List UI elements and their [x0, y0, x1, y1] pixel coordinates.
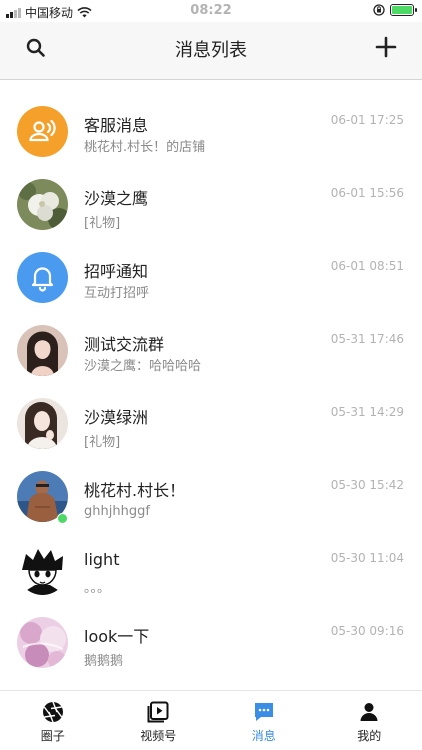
chat-name: light [84, 550, 120, 569]
status-bar: 中国移动 08:22 [0, 0, 422, 22]
chat-name: 沙漠绿洲 [84, 408, 149, 427]
message-item-village-head[interactable]: 桃花村.村长！ 05-30 15:42 ghhjhhggf [0, 459, 422, 532]
chat-preview: 沙漠之鹰：哈哈哈哈 [84, 359, 202, 374]
chat-name: 招呼通知 [84, 262, 149, 281]
tab-circle[interactable]: 圈子 [0, 691, 106, 750]
tab-label: 圈子 [40, 729, 65, 743]
avatar [17, 252, 68, 303]
message-item-test-group[interactable]: 测试交流群 05-31 17:46 沙漠之鹰：哈哈哈哈 [0, 313, 422, 386]
chat-name: look一下 [84, 627, 150, 646]
chat-name: 客服消息 [84, 116, 149, 135]
chat-time: 05-30 09:16 [330, 624, 404, 638]
tab-messages[interactable]: 消息 [211, 691, 317, 750]
plus-icon[interactable] [374, 35, 398, 59]
chat-time: 05-30 11:04 [330, 551, 404, 565]
chat-name: 沙漠之鹰 [84, 189, 149, 208]
message-item-light[interactable]: light 05-30 11:04 。。。 [0, 532, 422, 605]
online-status-dot [57, 513, 68, 524]
chat-time: 06-01 15:56 [330, 186, 404, 200]
avatar [17, 325, 68, 376]
nav-bar: 消息列表 [0, 22, 422, 80]
chat-time: 06-01 17:25 [330, 113, 404, 127]
avatar [17, 179, 68, 230]
chat-name: 测试交流群 [84, 335, 165, 354]
rotation-lock-icon [373, 4, 385, 16]
avatar [17, 398, 68, 449]
aperture-icon [42, 701, 63, 723]
message-item-look[interactable]: look一下 05-30 09:16 鹅鹅鹅 [0, 605, 422, 678]
person-icon [360, 703, 378, 721]
tab-label: 消息 [251, 729, 276, 743]
chat-icon [254, 703, 273, 721]
tab-label: 视频号 [140, 729, 177, 743]
avatar [17, 544, 68, 595]
message-item-desert-oasis[interactable]: 沙漠绿洲 05-31 14:29 [礼物] [0, 386, 422, 459]
chat-preview: ghhjhhggf [84, 504, 150, 519]
chat-time: 05-30 15:42 [330, 478, 404, 492]
tab-me[interactable]: 我的 [317, 691, 422, 750]
avatar [17, 106, 68, 157]
tab-label: 我的 [357, 729, 382, 743]
status-time: 08:22 [190, 3, 232, 18]
tab-bar: 圈子 视频号 消息 我的 [0, 690, 422, 750]
chat-preview: 。。。 [84, 581, 111, 596]
message-list: 客服消息 06-01 17:25 桃花村.村长！的店铺 沙漠之鹰 06-01 1… [0, 94, 422, 678]
chat-preview: [礼物] [84, 216, 121, 231]
chat-preview: 桃花村.村长！的店铺 [84, 140, 206, 155]
status-right [373, 4, 417, 16]
chat-name: 桃花村.村长！ [84, 481, 186, 500]
chat-time: 06-01 08:51 [330, 259, 404, 273]
chat-preview: 鹅鹅鹅 [84, 654, 124, 669]
message-item-greeting-notice[interactable]: 招呼通知 06-01 08:51 互动打招呼 [0, 240, 422, 313]
chat-preview: [礼物] [84, 435, 121, 450]
video-icon [147, 701, 169, 723]
chat-time: 05-31 17:46 [330, 332, 404, 346]
chat-time: 05-31 14:29 [330, 405, 404, 419]
chat-preview: 互动打招呼 [84, 286, 150, 301]
battery-icon [390, 4, 417, 16]
page-title: 消息列表 [175, 40, 247, 61]
message-item-desert-eagle[interactable]: 沙漠之鹰 06-01 15:56 [礼物] [0, 167, 422, 240]
tab-video[interactable]: 视频号 [106, 691, 212, 750]
message-item-customer-service[interactable]: 客服消息 06-01 17:25 桃花村.村长！的店铺 [0, 94, 422, 167]
avatar [17, 617, 68, 668]
